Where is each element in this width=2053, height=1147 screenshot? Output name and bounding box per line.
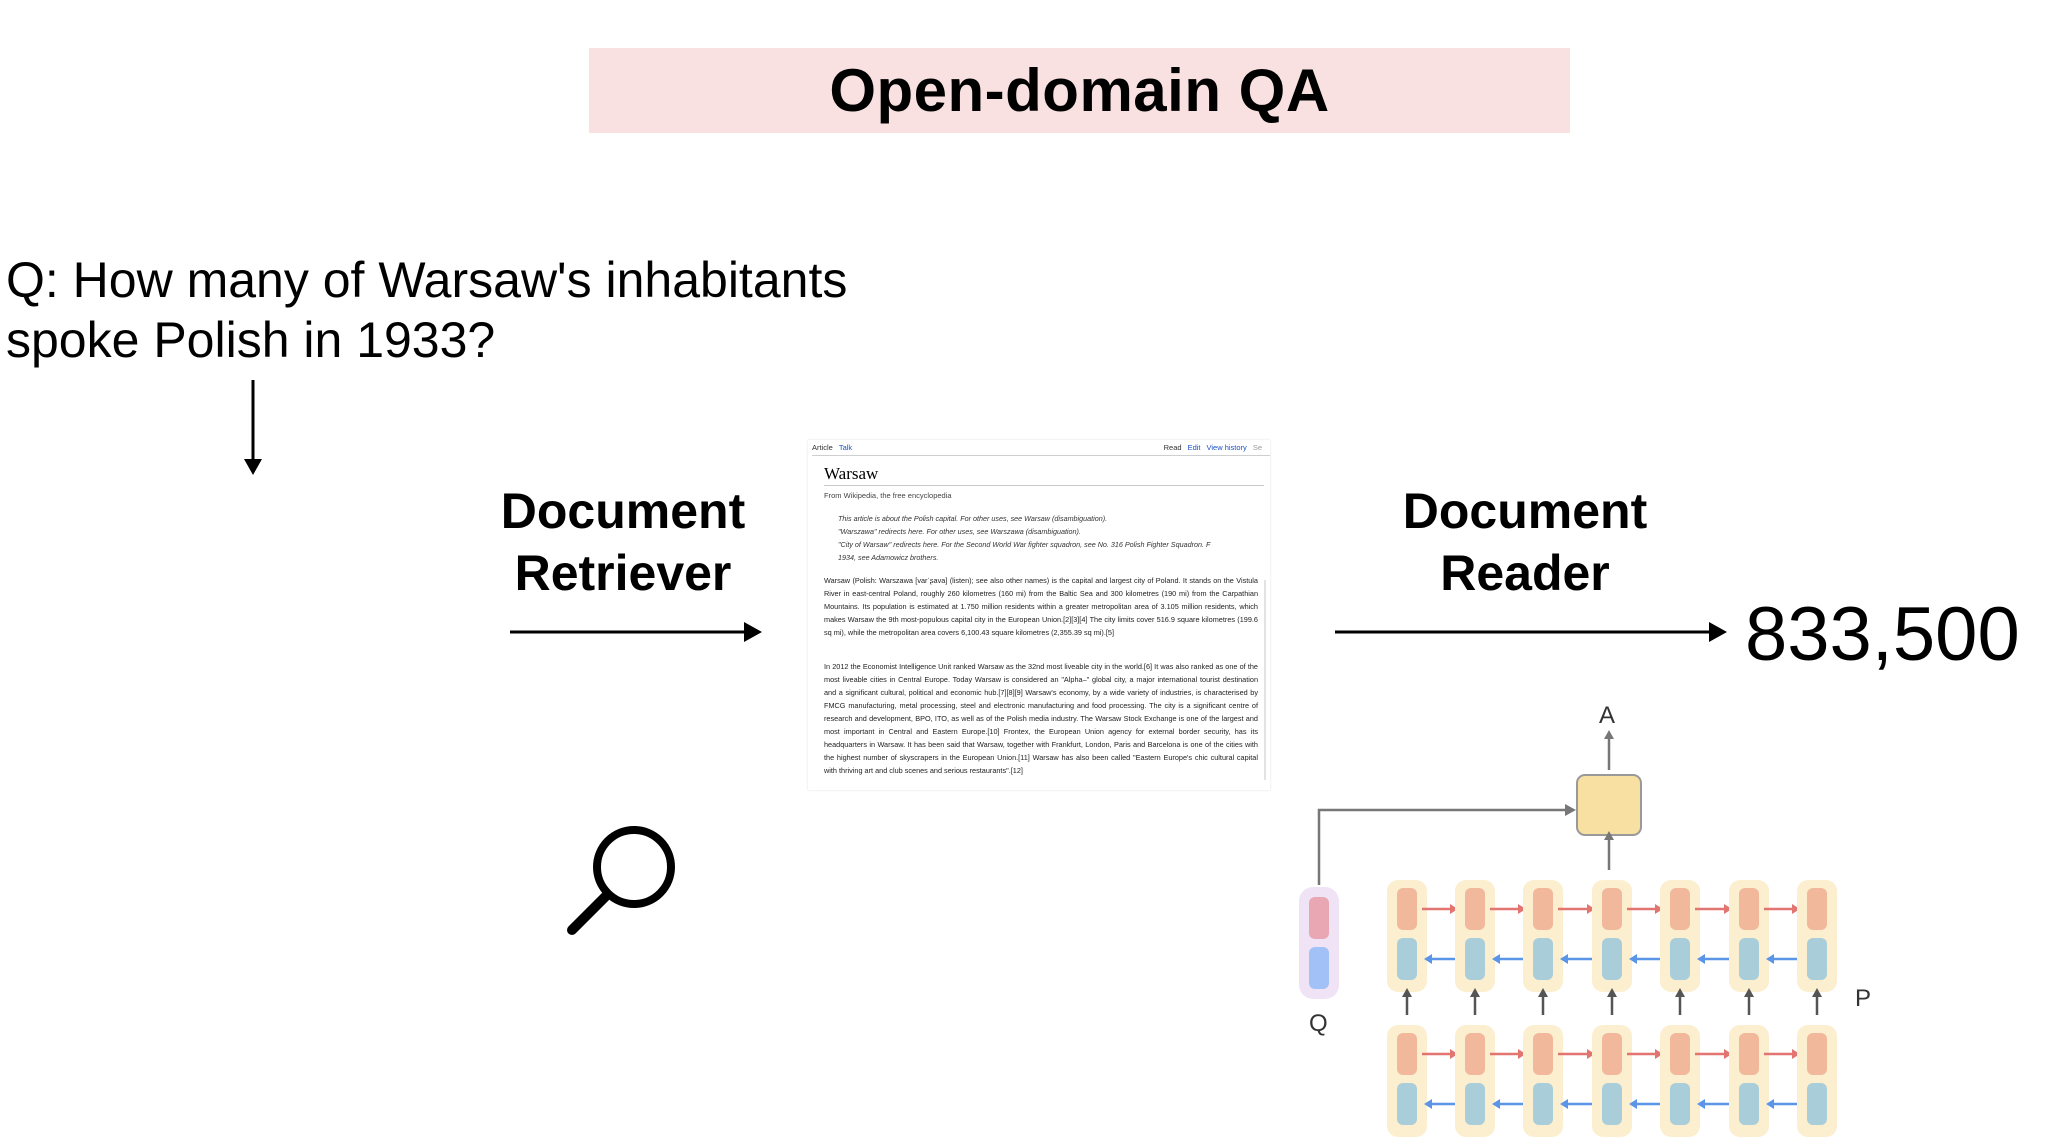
backward-state [1533,938,1553,980]
forward-state [1465,888,1485,930]
output-label: A [1599,702,1616,729]
forward-state [1739,1033,1759,1075]
backward-state [1739,1083,1759,1125]
question-vector-label: Q [1309,1010,1328,1037]
forward-state [1670,1033,1690,1075]
forward-state [1807,1033,1827,1075]
forward-state [1602,888,1622,930]
question-state-top [1309,897,1329,939]
backward-state [1465,938,1485,980]
backward-state [1602,1083,1622,1125]
forward-state [1807,888,1827,930]
passage-label: P [1855,985,1872,1012]
backward-state [1397,1083,1417,1125]
backward-state [1807,1083,1827,1125]
forward-state [1465,1033,1485,1075]
backward-state [1739,938,1759,980]
output-arrow-head [1604,730,1614,739]
forward-state [1397,1033,1417,1075]
question-path [1317,808,1565,885]
question-path-head [1565,804,1576,816]
forward-state [1739,888,1759,930]
forward-state [1602,1033,1622,1075]
forward-state [1533,1033,1553,1075]
forward-state [1533,888,1553,930]
forward-state [1670,888,1690,930]
backward-state [1533,1083,1553,1125]
backward-state [1465,1083,1485,1125]
backward-state [1397,938,1417,980]
backward-state [1670,938,1690,980]
backward-state [1670,1083,1690,1125]
backward-state [1807,938,1827,980]
question-state-bottom [1309,947,1329,989]
reader-model-diagram [1299,730,1837,1137]
backward-state [1602,938,1622,980]
forward-state [1397,888,1417,930]
output-box [1576,774,1642,836]
